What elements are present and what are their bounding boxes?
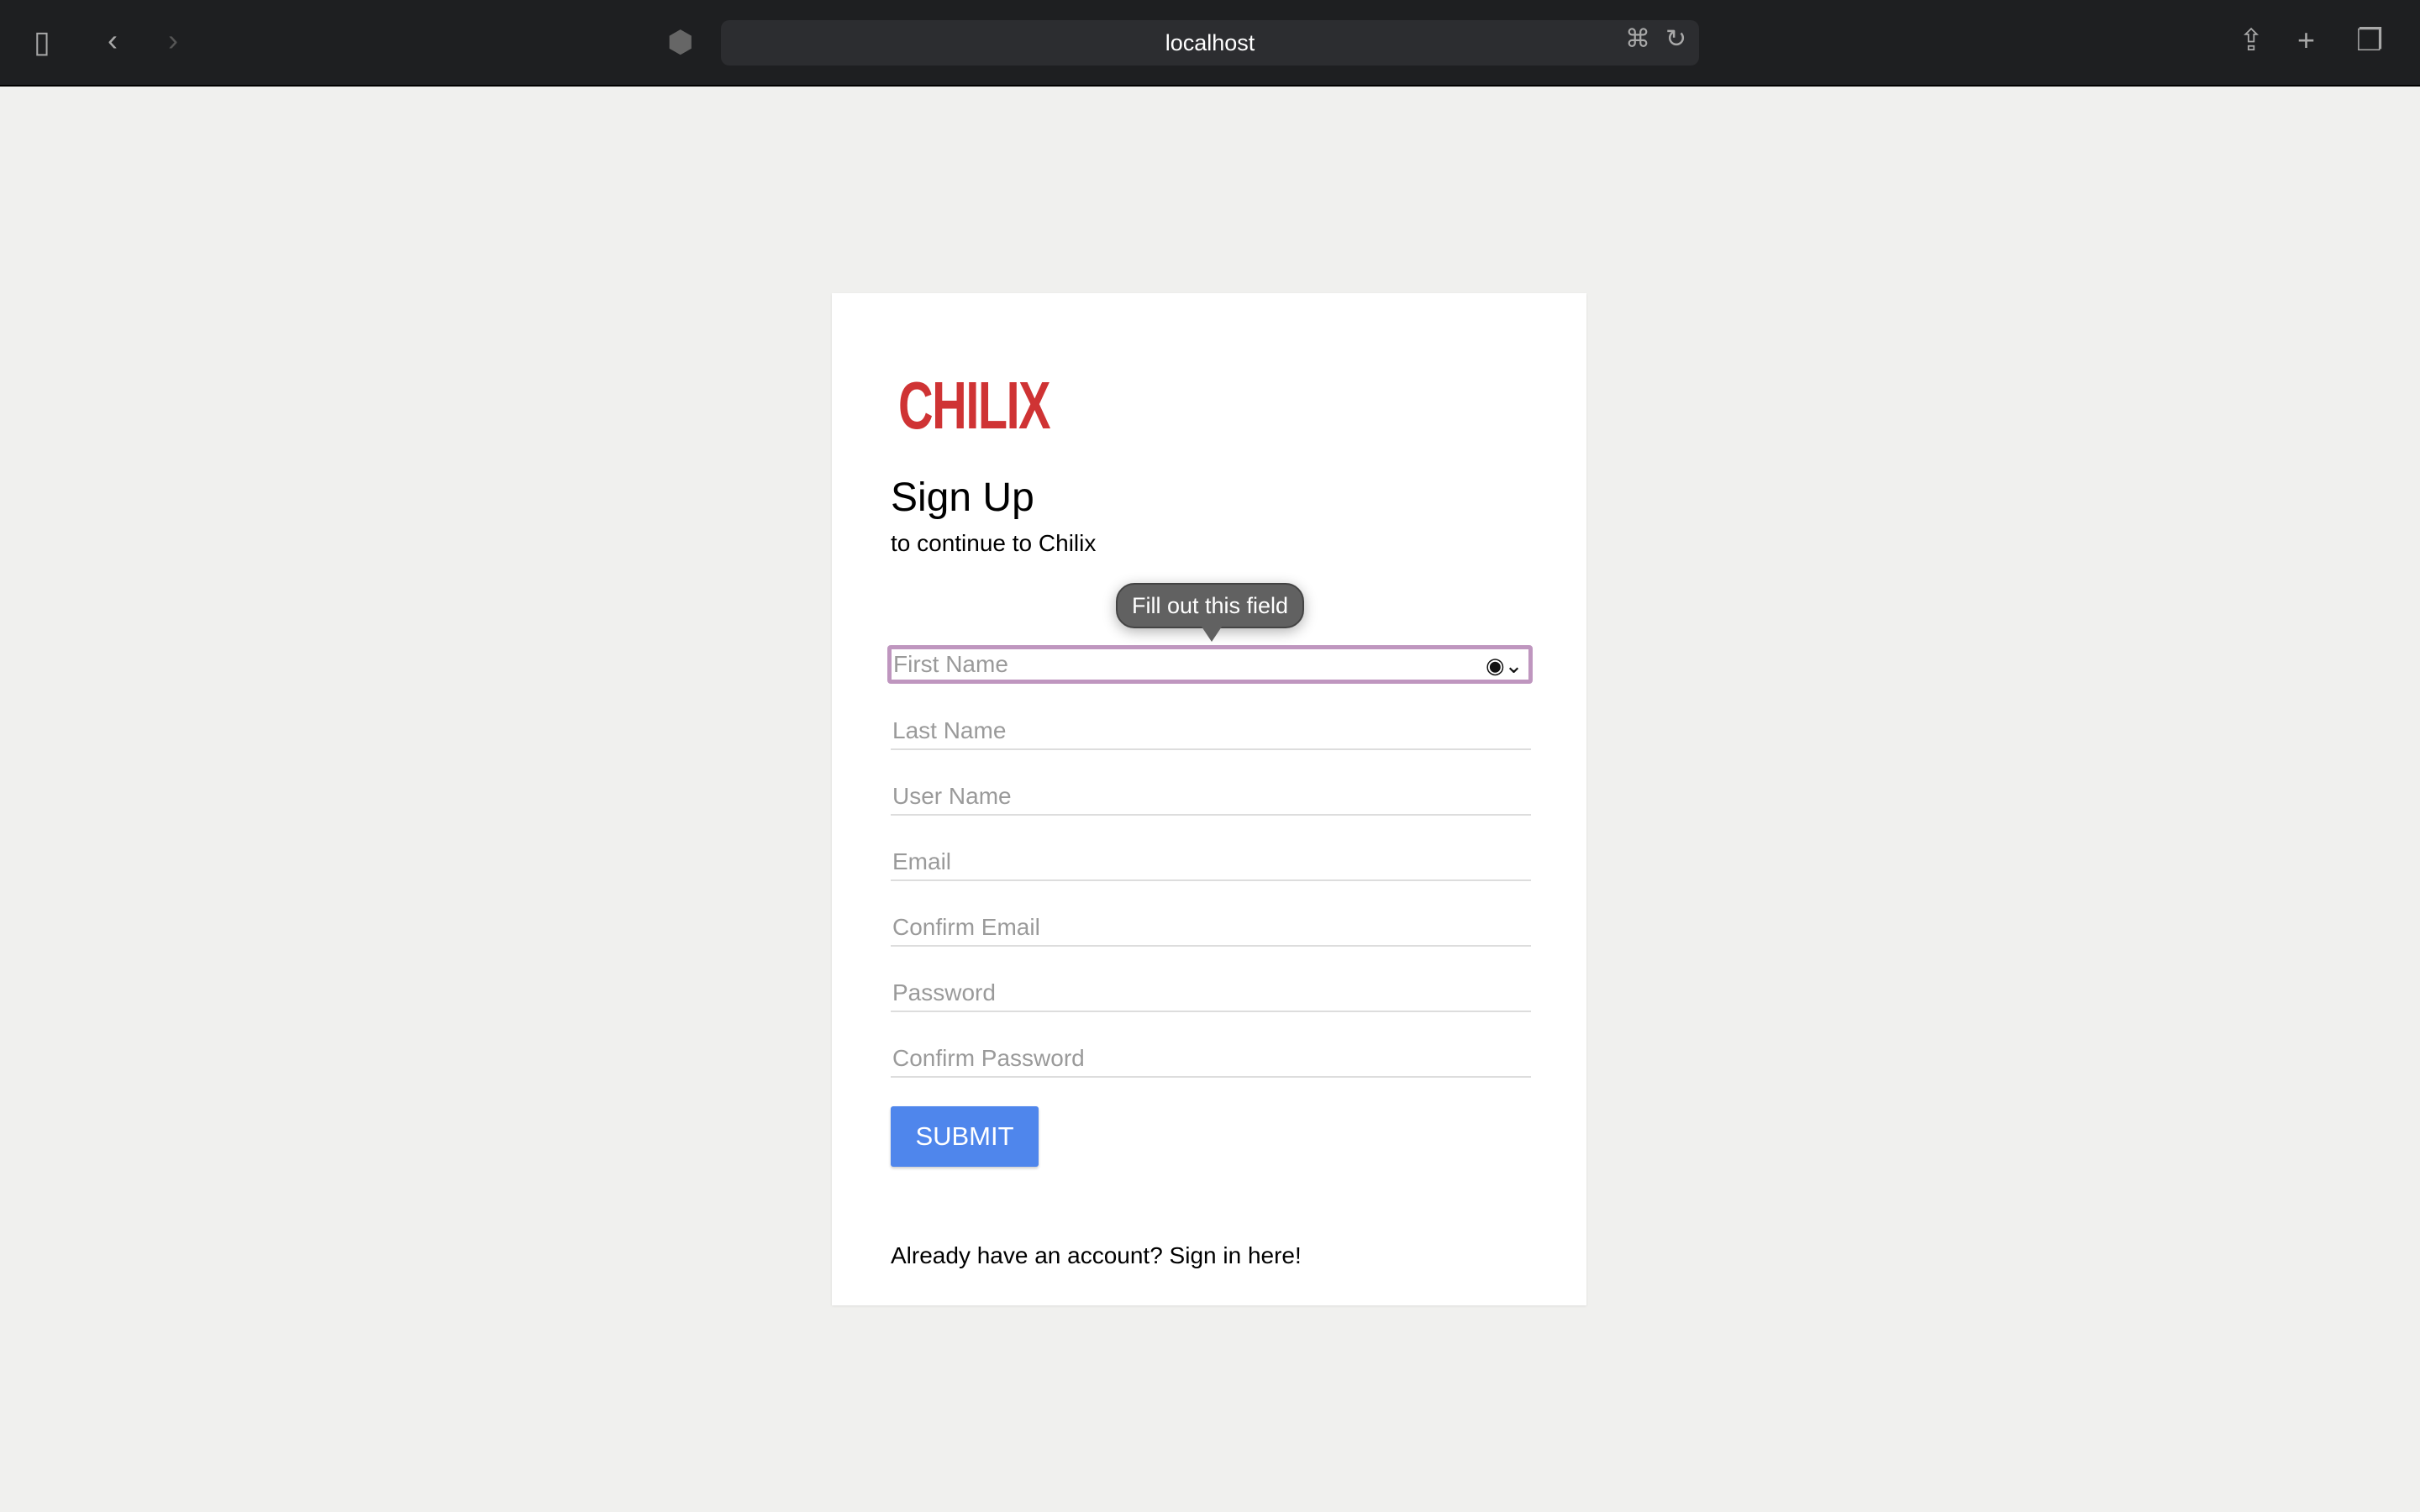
- browser-toolbar: ▯ ‹ › ⬢ localhost ⌘ ↻ ⇪ + ❐: [0, 0, 2420, 87]
- submit-button[interactable]: SUBMIT: [891, 1106, 1039, 1167]
- forward-icon[interactable]: ›: [168, 25, 178, 55]
- password-input[interactable]: [891, 975, 1531, 1012]
- signup-card: CHILIX Sign Up to continue to Chilix ◉⌄ …: [832, 293, 1586, 1305]
- new-tab-icon[interactable]: +: [2297, 25, 2315, 55]
- user-name-input[interactable]: [891, 779, 1531, 816]
- last-name-input[interactable]: [891, 713, 1531, 750]
- email-input[interactable]: [891, 844, 1531, 881]
- share-icon[interactable]: ⇪: [2238, 25, 2264, 55]
- logo: CHILIX: [898, 368, 1051, 443]
- sidebar-icon[interactable]: ▯: [34, 27, 50, 57]
- back-icon[interactable]: ‹: [108, 25, 118, 55]
- url-text: localhost: [1165, 30, 1255, 55]
- shield-icon[interactable]: ⬢: [667, 27, 693, 57]
- tabs-overview-icon[interactable]: ❐: [2356, 25, 2383, 55]
- reload-icon[interactable]: ↻: [1665, 27, 1686, 52]
- address-bar[interactable]: localhost: [721, 20, 1699, 66]
- contact-autofill-icon[interactable]: ◉⌄: [1486, 653, 1523, 679]
- confirm-password-input[interactable]: [891, 1041, 1531, 1078]
- page-subtitle: to continue to Chilix: [891, 530, 1097, 556]
- page-title: Sign Up: [891, 475, 1034, 520]
- confirm-email-input[interactable]: [891, 910, 1531, 947]
- sign-in-link[interactable]: Already have an account? Sign in here!: [891, 1242, 1302, 1269]
- validation-tooltip: Fill out this field: [1116, 583, 1304, 642]
- translate-icon[interactable]: ⌘: [1625, 27, 1650, 52]
